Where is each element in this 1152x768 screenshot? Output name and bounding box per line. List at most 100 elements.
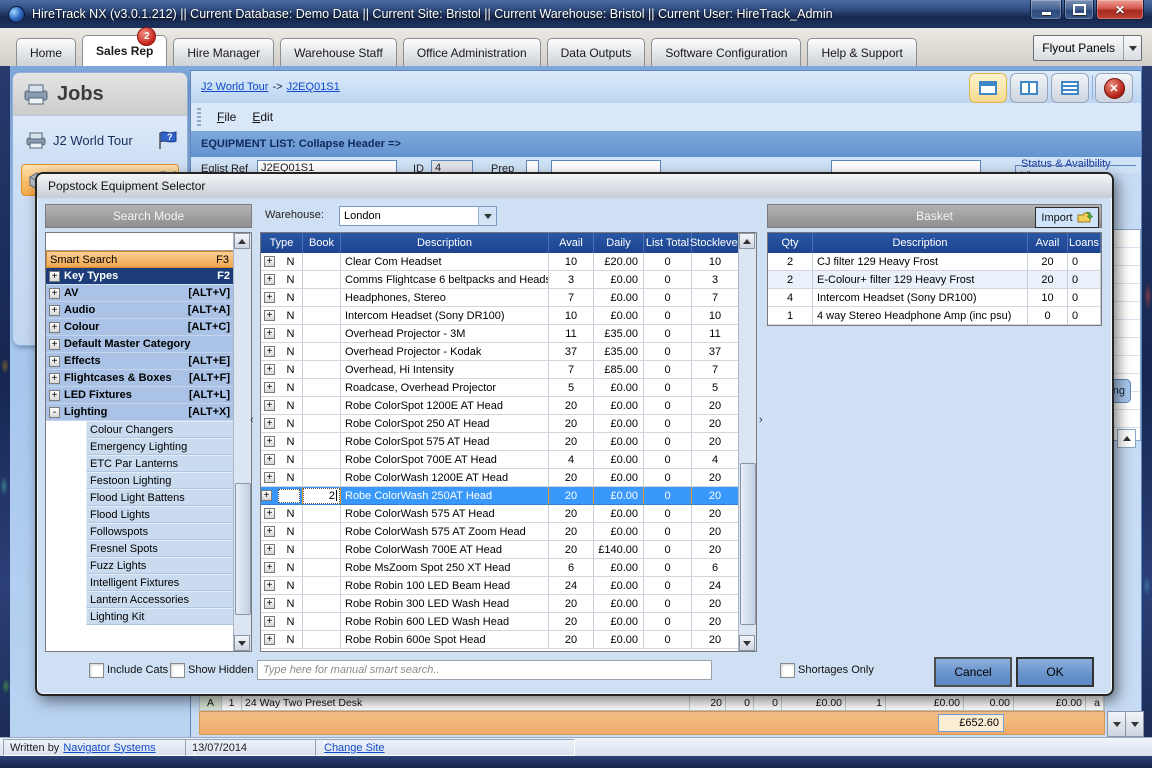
- tree-item-colour-changers[interactable]: Colour Changers: [86, 421, 234, 438]
- tab-help-support[interactable]: Help & Support: [807, 38, 916, 66]
- expand-icon[interactable]: +: [264, 616, 275, 627]
- expand-icon[interactable]: +: [264, 364, 275, 375]
- equipment-row[interactable]: +NIntercom Headset (Sony DR100)10£0.0001…: [261, 307, 739, 325]
- expand-icon[interactable]: +: [49, 339, 60, 350]
- tab-hire-manager[interactable]: Hire Manager: [173, 38, 274, 66]
- tree-item-etc-par-lanterns[interactable]: ETC Par Lanterns: [86, 455, 234, 472]
- tree-item-colour[interactable]: +Colour[ALT+C]: [46, 319, 234, 336]
- shortages-only-checkbox[interactable]: [780, 663, 795, 678]
- tree-item-lighting[interactable]: -Lighting[ALT+X]: [46, 404, 234, 421]
- expand-icon[interactable]: +: [264, 508, 275, 519]
- equipment-row[interactable]: +NRobe ColorWash 1200E AT Head20£0.00020: [261, 469, 739, 487]
- expand-icon[interactable]: +: [49, 373, 60, 384]
- expand-icon[interactable]: +: [264, 256, 275, 267]
- equipment-row[interactable]: +NRobe ColorSpot 1200E AT Head20£0.00020: [261, 397, 739, 415]
- tree-item-effects[interactable]: +Effects[ALT+E]: [46, 353, 234, 370]
- show-hidden-checkbox[interactable]: [170, 663, 185, 678]
- expand-icon[interactable]: +: [264, 472, 275, 483]
- column-header-description[interactable]: Description: [341, 233, 549, 253]
- expand-icon[interactable]: +: [49, 271, 60, 282]
- type-edit-box[interactable]: [278, 489, 300, 503]
- expand-icon[interactable]: +: [49, 356, 60, 367]
- expand-icon[interactable]: +: [264, 454, 275, 465]
- tree-item-smart-search[interactable]: Smart SearchF3: [46, 251, 234, 268]
- book-cell[interactable]: 2: [303, 487, 341, 505]
- expand-icon[interactable]: +: [49, 288, 60, 299]
- expand-icon[interactable]: +: [264, 346, 275, 357]
- equipment-row[interactable]: +NHeadphones, Stereo7£0.0007: [261, 289, 739, 307]
- scrollbar-thumb[interactable]: [235, 483, 251, 615]
- tree-scrollbar[interactable]: [233, 233, 251, 651]
- equipment-row[interactable]: +NRobe ColorSpot 250 AT Head20£0.00020: [261, 415, 739, 433]
- tree-item-fresnel-spots[interactable]: Fresnel Spots: [86, 540, 234, 557]
- basket-row[interactable]: 2E-Colour+ filter 129 Heavy Frost200: [768, 271, 1101, 289]
- scroll-down-button[interactable]: [1125, 711, 1144, 737]
- splitter-collapse-left[interactable]: ‹: [250, 414, 254, 426]
- column-header-avail[interactable]: Avail: [549, 233, 594, 253]
- expand-icon[interactable]: +: [264, 580, 275, 591]
- splitter-collapse-right[interactable]: ›: [759, 414, 763, 426]
- equipment-row[interactable]: +NRobe ColorWash 575 AT Head20£0.00020: [261, 505, 739, 523]
- import-button[interactable]: Import: [1035, 207, 1099, 228]
- close-tab-button[interactable]: ✕: [1095, 73, 1133, 103]
- column-header-book[interactable]: Book: [303, 233, 341, 253]
- column-header-daily[interactable]: Daily: [594, 233, 644, 253]
- tree-item-followspots[interactable]: Followspots: [86, 523, 234, 540]
- tree-item-flightcases-boxes[interactable]: +Flightcases & Boxes[ALT+F]: [46, 370, 234, 387]
- expand-icon[interactable]: +: [264, 418, 275, 429]
- basket-row[interactable]: 14 way Stereo Headphone Amp (inc psu)00: [768, 307, 1101, 325]
- expand-icon[interactable]: +: [264, 634, 275, 645]
- column-header-list-total[interactable]: List Total: [644, 233, 692, 253]
- change-site-link[interactable]: Change Site: [324, 742, 385, 754]
- tree-item-led-fixtures[interactable]: +LED Fixtures[ALT+L]: [46, 387, 234, 404]
- column-header-stocklevel[interactable]: Stocklevel: [692, 233, 739, 253]
- minimize-button[interactable]: [1030, 0, 1062, 20]
- expand-icon[interactable]: +: [264, 526, 275, 537]
- equipment-list-header[interactable]: EQUIPMENT LIST: Collapse Header =>: [191, 131, 1141, 157]
- expand-icon[interactable]: +: [49, 390, 60, 401]
- tree-item-intelligent-fixtures[interactable]: Intelligent Fixtures: [86, 574, 234, 591]
- expand-icon[interactable]: +: [264, 310, 275, 321]
- equipment-row[interactable]: +NClear Com Headset10£20.00010: [261, 253, 739, 271]
- expand-icon[interactable]: +: [264, 544, 275, 555]
- tree-filter-edit[interactable]: [46, 233, 234, 251]
- split-vertical-view-button[interactable]: [1010, 73, 1048, 103]
- book-edit-box[interactable]: 2: [303, 488, 340, 504]
- tree-item-fuzz-lights[interactable]: Fuzz Lights: [86, 557, 234, 574]
- equipment-row[interactable]: +NRobe Robin 300 LED Wash Head20£0.00020: [261, 595, 739, 613]
- equipment-row[interactable]: +NRobe MsZoom Spot 250 XT Head6£0.0006: [261, 559, 739, 577]
- query-flag-icon[interactable]: ?: [157, 129, 179, 151]
- expand-icon[interactable]: +: [264, 598, 275, 609]
- breadcrumb-current-link[interactable]: J2EQ01S1: [287, 81, 340, 93]
- equipment-row[interactable]: +2Robe ColorWash 250AT Head20£0.00020: [261, 487, 739, 505]
- equipment-row[interactable]: +NRobe Robin 600e Spot Head20£0.00020: [261, 631, 739, 649]
- tab-data-outputs[interactable]: Data Outputs: [547, 38, 646, 66]
- basket-row[interactable]: 2CJ filter 129 Heavy Frost200: [768, 253, 1101, 271]
- expand-icon[interactable]: +: [264, 400, 275, 411]
- equipment-row[interactable]: +NRoadcase, Overhead Projector5£0.0005: [261, 379, 739, 397]
- tree-item-default-master-category[interactable]: +Default Master Category: [46, 336, 234, 353]
- equipment-row[interactable]: +NOverhead Projector - Kodak37£35.00037: [261, 343, 739, 361]
- collapse-icon[interactable]: -: [49, 407, 60, 418]
- manual-smart-search-input[interactable]: [257, 660, 712, 680]
- equipment-row[interactable]: +NOverhead, Hi Intensity7£85.0007: [261, 361, 739, 379]
- basket-column-header-avail[interactable]: Avail: [1028, 233, 1068, 253]
- tab-software-configuration[interactable]: Software Configuration: [651, 38, 801, 66]
- equipment-row[interactable]: +NOverhead Projector - 3M11£35.00011: [261, 325, 739, 343]
- equipment-row[interactable]: +NRobe ColorWash 575 AT Zoom Head20£0.00…: [261, 523, 739, 541]
- flyout-panels-button[interactable]: Flyout Panels: [1033, 35, 1142, 61]
- scroll-down-button[interactable]: [739, 635, 755, 651]
- expand-icon[interactable]: +: [49, 322, 60, 333]
- expand-icon[interactable]: +: [261, 490, 272, 501]
- maximize-button[interactable]: [1064, 0, 1094, 20]
- vendor-link[interactable]: Navigator Systems: [63, 742, 155, 754]
- scroll-up-button[interactable]: [739, 233, 755, 249]
- tree-item-festoon-lighting[interactable]: Festoon Lighting: [86, 472, 234, 489]
- tab-home[interactable]: Home: [16, 38, 76, 66]
- expand-icon[interactable]: +: [264, 562, 275, 573]
- sidebar-item-j2-world-tour[interactable]: J2 World Tour ?: [21, 125, 179, 155]
- scroll-down-button[interactable]: [1107, 711, 1126, 737]
- breadcrumb-parent-link[interactable]: J2 World Tour: [201, 81, 268, 93]
- tab-warehouse-staff[interactable]: Warehouse Staff: [280, 38, 397, 66]
- chevron-down-icon[interactable]: [478, 207, 496, 225]
